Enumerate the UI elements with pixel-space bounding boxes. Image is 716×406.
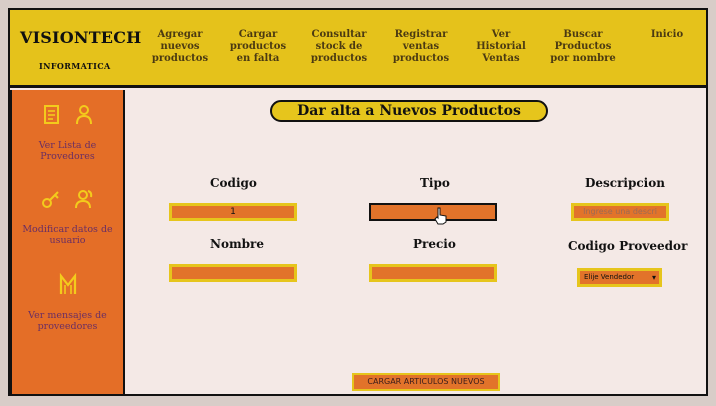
app-frame: VISIONTECH INFORMATICA Agregar nuevos pr…	[8, 8, 708, 396]
hand-cursor-icon	[434, 207, 447, 225]
nombre-input[interactable]	[169, 264, 297, 282]
nav-cargar-productos[interactable]: Cargar productos en falta	[228, 29, 288, 65]
sidebar-item-label: Modificar datos de usuario	[22, 224, 113, 246]
codigo-label: Codigo	[210, 176, 257, 190]
user-icon	[75, 105, 92, 125]
users-icon	[74, 190, 92, 209]
nav-inicio[interactable]: Inicio	[642, 29, 692, 41]
sidebar-item-mensajes[interactable]: Ver mensajes de proveedores	[12, 272, 123, 332]
page-title: Dar alta a Nuevos Productos	[270, 100, 548, 122]
sidebar-item-label: Ver mensajes de proveedores	[28, 310, 107, 332]
codigo-proveedor-label: Codigo Proveedor	[568, 239, 688, 253]
sidebar: Ver Lista de Provedores Modificar datos …	[10, 90, 125, 396]
tipo-input[interactable]	[369, 203, 497, 221]
precio-label: Precio	[413, 237, 456, 251]
nav-consultar-stock[interactable]: Consultar stock de productos	[307, 29, 371, 65]
key-icon	[41, 191, 59, 208]
brand-name: VISIONTECH	[20, 28, 142, 47]
sidebar-item-modificar-usuario[interactable]: Modificar datos de usuario	[12, 186, 123, 246]
nav-buscar-productos[interactable]: Buscar Productos por nombre	[548, 29, 618, 65]
nav-registrar-ventas[interactable]: Registrar ventas productos	[390, 29, 452, 65]
proveedor-select-value: Elije Vendedor	[584, 273, 635, 281]
tipo-label: Tipo	[420, 176, 450, 190]
top-header: VISIONTECH INFORMATICA Agregar nuevos pr…	[10, 10, 706, 88]
document-icon	[43, 105, 59, 124]
proveedor-select[interactable]: Elije Vendedor ▾	[577, 268, 662, 287]
nav-agregar-productos[interactable]: Agregar nuevos productos	[150, 29, 210, 65]
precio-input[interactable]	[369, 264, 497, 282]
brand: VISIONTECH INFORMATICA	[20, 28, 141, 71]
m-logo-icon	[59, 273, 76, 294]
cargar-articulos-button[interactable]: CARGAR ARTICULOS NUEVOS	[352, 373, 500, 391]
main-content: Dar alta a Nuevos Productos Codigo 1 Tip…	[125, 90, 706, 396]
sidebar-item-label: Ver Lista de Provedores	[38, 140, 97, 162]
sidebar-item-proveedores[interactable]: Ver Lista de Provedores	[12, 102, 123, 162]
descripcion-label: Descripcion	[585, 176, 665, 190]
brand-subtitle: INFORMATICA	[39, 61, 111, 71]
codigo-input[interactable]: 1	[169, 203, 297, 221]
chevron-down-icon: ▾	[651, 273, 656, 282]
nombre-label: Nombre	[210, 237, 265, 251]
nav-ver-historial[interactable]: Ver Historial Ventas	[474, 29, 528, 65]
descripcion-input[interactable]: Ingrese una descri	[571, 203, 669, 221]
